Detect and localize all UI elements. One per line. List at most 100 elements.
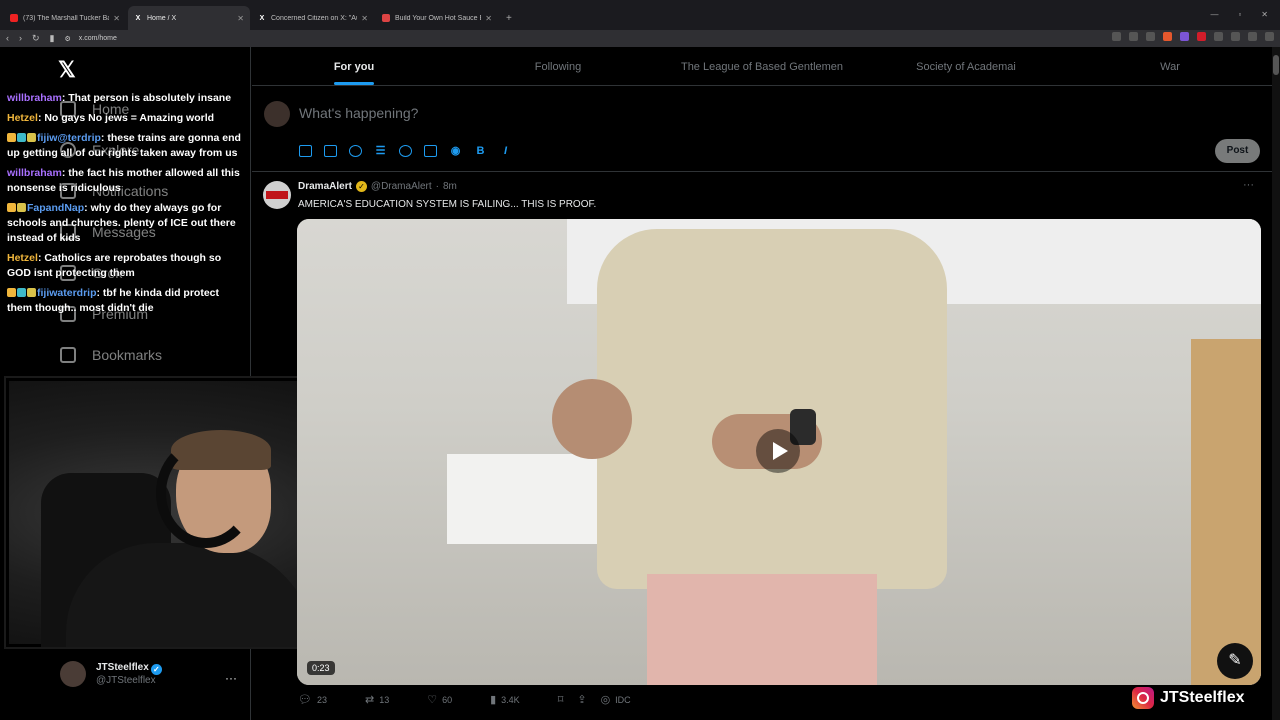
tweet-author-handle[interactable]: @DramaAlert (371, 181, 432, 192)
idc-extension-button[interactable]: ◎ IDC (601, 693, 631, 706)
image-icon[interactable] (299, 145, 312, 157)
tweet-timestamp[interactable]: 8m (443, 181, 457, 192)
chat-message: FapandNap: why do they always go for sch… (7, 201, 247, 246)
close-icon[interactable]: ✕ (237, 14, 244, 23)
idc-icon: ◎ (600, 694, 611, 706)
sidebar-item-label: Bookmarks (92, 347, 163, 363)
tab-list-society[interactable]: Society of Academai (864, 47, 1068, 85)
share-icon[interactable] (1146, 32, 1155, 41)
chat-badge-icon (27, 133, 36, 142)
menu-icon[interactable] (1265, 32, 1274, 41)
video-person-arm (552, 379, 632, 459)
tweet[interactable]: DramaAlert ✓ @DramaAlert · 8m ··· AMERIC… (252, 173, 1272, 720)
avatar (60, 661, 86, 687)
chat-text: : Catholics are reprobates though so GOD… (7, 252, 222, 279)
chat-username: willbraham (7, 92, 62, 104)
browser-tab-active[interactable]: X Home / X ✕ (128, 6, 250, 30)
tab-following[interactable]: Following (456, 47, 660, 85)
chat-message: willbraham: the fact his mother allowed … (7, 166, 247, 196)
italic-icon[interactable]: I (499, 145, 512, 157)
account-switcher[interactable]: JTSteelflex ✓ @JTSteelflex (60, 661, 162, 687)
account-handle: @JTSteelflex (96, 675, 156, 686)
nav-buttons: ‹ › ↻ ▮ (6, 33, 55, 44)
minimize-icon[interactable]: — (1210, 10, 1218, 19)
chat-username: FapandNap (27, 202, 85, 214)
close-icon[interactable]: ✕ (361, 14, 368, 23)
views-button[interactable]: ▮ 3.4K (490, 693, 520, 706)
window-controls: — ▫ ✕ (1210, 10, 1268, 19)
bookmark-icon (60, 347, 76, 363)
headphones-icon (156, 438, 256, 548)
close-icon[interactable]: ✕ (113, 14, 120, 23)
emoji-icon[interactable] (399, 145, 412, 157)
extension-icon[interactable] (1112, 32, 1121, 41)
reply-button[interactable]: 💬︎ 23 (298, 693, 327, 706)
sidebar-toggle-icon[interactable] (1248, 32, 1257, 41)
x-logo-icon[interactable]: 𝕏 (58, 57, 76, 83)
sidebar-item-bookmarks[interactable]: Bookmarks (60, 347, 162, 363)
tab-list-war[interactable]: War (1068, 47, 1272, 85)
browser-tab[interactable]: (73) The Marshall Tucker Band "Can't ✕ (4, 6, 126, 30)
new-tab-button[interactable]: + (506, 13, 512, 24)
verified-badge-icon: ✓ (355, 181, 367, 192)
chat-message: willbraham: That person is absolutely in… (7, 91, 247, 106)
play-button-icon[interactable] (756, 429, 800, 473)
chat-badge-icon (7, 203, 16, 212)
close-icon[interactable]: ✕ (485, 14, 492, 23)
grok-icon[interactable] (349, 145, 362, 157)
bold-icon[interactable]: B (474, 145, 487, 157)
tab-for-you[interactable]: For you (252, 47, 456, 85)
tweet-video[interactable]: 0:23 ✎ (297, 219, 1261, 685)
account-more-icon[interactable]: ··· (225, 671, 237, 685)
location-icon[interactable]: ◉ (449, 145, 462, 157)
like-button[interactable]: ♡ 60 (427, 693, 452, 706)
bookmark-button[interactable]: ⌑ (558, 693, 564, 706)
reload-icon[interactable]: ↻ (32, 33, 40, 44)
url-input[interactable]: x.com/home (79, 35, 117, 42)
tab-title: Concerned Citizen on X: "Aussa Bri (271, 14, 357, 22)
tab-list-league[interactable]: The League of Based Gentlemen (660, 47, 864, 85)
tweet-author-name[interactable]: DramaAlert (298, 181, 352, 192)
share-button[interactable]: ⇪ (577, 693, 586, 706)
chat-text: : That person is absolutely insane (61, 92, 232, 104)
bookmark-page-icon[interactable]: ▮ (50, 33, 55, 44)
page-scrollbar[interactable] (1272, 47, 1280, 720)
chat-badge-icon (7, 133, 16, 142)
x-icon: X (259, 14, 265, 22)
schedule-icon[interactable] (424, 145, 437, 157)
extension-icon[interactable] (1197, 32, 1206, 41)
grok-compose-icon[interactable]: ✎ (1217, 643, 1253, 679)
close-window-icon[interactable]: ✕ (1261, 10, 1268, 19)
separator-dot: · (435, 181, 439, 192)
post-button[interactable]: Post (1215, 139, 1260, 163)
back-icon[interactable]: ‹ (6, 33, 9, 44)
zoom-icon[interactable] (1129, 32, 1138, 41)
repost-count: 13 (379, 694, 390, 705)
compose-box: What's happening? ☰ ◉ B I Post (252, 87, 1272, 172)
chat-username: willbraham (7, 167, 62, 179)
chat-badge-icon (17, 133, 26, 142)
maximize-icon[interactable]: ▫ (1238, 10, 1241, 19)
tweet-more-icon[interactable]: ··· (1243, 179, 1254, 191)
avatar[interactable] (264, 101, 290, 127)
instagram-icon (1132, 687, 1154, 709)
forward-icon[interactable]: › (19, 33, 22, 44)
brave-shield-icon[interactable] (1163, 32, 1172, 41)
browser-tab[interactable]: X Concerned Citizen on X: "Aussa Bri ✕ (252, 6, 374, 30)
repost-button[interactable]: ⇄ 13 (365, 693, 389, 706)
main-timeline: For you Following The League of Based Ge… (252, 47, 1272, 720)
poll-icon[interactable]: ☰ (374, 145, 387, 157)
extension-icon[interactable] (1214, 32, 1223, 41)
extension-icon[interactable] (1180, 32, 1189, 41)
chat-message: Hetzel: Catholics are reprobates though … (7, 251, 247, 281)
chat-message: Hetzel: No gays No jews = Amazing world (7, 111, 247, 126)
browser-tab[interactable]: Build Your Own Hot Sauce Bund ✕ (376, 6, 498, 30)
tab-title: (73) The Marshall Tucker Band "Can't (23, 14, 110, 22)
download-icon[interactable] (1231, 32, 1240, 41)
scrollbar-thumb[interactable] (1273, 55, 1279, 75)
gif-icon[interactable] (324, 145, 337, 157)
avatar[interactable] (263, 181, 291, 209)
sauce-icon (382, 14, 390, 22)
site-info-icon[interactable]: ⚙ (65, 35, 71, 43)
compose-input[interactable]: What's happening? (299, 105, 418, 121)
